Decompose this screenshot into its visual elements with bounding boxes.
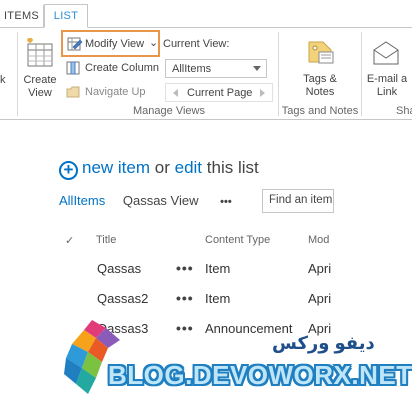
select-all-checkmark-icon[interactable]: ✓ — [65, 234, 74, 247]
email-link-label: E-mail a Link — [366, 73, 408, 98]
chevron-down-icon: ⌄ — [149, 37, 159, 49]
tags-notes-label: Tags & Notes — [303, 73, 337, 98]
tags-notes-group-label: Tags and Notes — [281, 105, 359, 117]
email-link-button[interactable]: E-mail a Link — [364, 38, 410, 98]
create-view-button[interactable]: Create View — [22, 36, 58, 100]
row-title[interactable]: Qassas2 — [97, 291, 148, 306]
view-qassas[interactable]: Qassas View — [123, 193, 199, 208]
page-next-icon[interactable] — [260, 89, 266, 97]
ribbon: k Create View Modify View ⌄ Create Colum… — [0, 28, 412, 120]
current-view-value: AllItems — [172, 63, 212, 75]
ribbon-cut-label: k — [0, 74, 6, 86]
new-item-link[interactable]: new item — [82, 158, 150, 177]
dropdown-arrow-icon — [253, 66, 261, 71]
group-separator — [17, 32, 18, 116]
navigate-up-label: Navigate Up — [85, 86, 146, 98]
share-group-label: Sha — [396, 105, 412, 117]
current-page-label: Current Page — [187, 87, 253, 99]
add-circle-icon[interactable]: + — [59, 161, 78, 180]
tags-notes-button[interactable]: Tags & Notes — [296, 38, 344, 98]
column-header-title[interactable]: Title — [96, 234, 116, 246]
tab-list[interactable]: LIST — [44, 4, 88, 28]
ribbon-tab-row: ITEMS LIST — [0, 0, 412, 29]
tab-items[interactable]: ITEMS — [0, 5, 44, 29]
create-view-label: Create View — [23, 74, 57, 99]
current-view-label: Current View: — [163, 38, 230, 50]
row-menu-icon[interactable]: ••• — [176, 290, 194, 306]
search-input[interactable]: Find an item — [262, 189, 334, 213]
modify-view-button[interactable]: Modify View ⌄ — [61, 30, 160, 57]
column-header-content-type[interactable]: Content Type — [205, 234, 270, 246]
row-menu-icon[interactable]: ••• — [176, 320, 194, 336]
or-text: or — [154, 158, 170, 177]
watermark-arabic-text: ديفو وركس — [272, 333, 375, 353]
create-column-button[interactable]: Create Column — [66, 60, 160, 78]
modify-view-icon — [67, 37, 83, 51]
modify-view-label: Modify View — [85, 38, 145, 50]
edit-link[interactable]: edit — [175, 158, 202, 177]
manage-views-group-label: Manage Views — [133, 105, 205, 117]
email-icon — [373, 41, 399, 65]
group-separator — [278, 32, 279, 116]
row-title[interactable]: Qassas — [97, 261, 141, 276]
navigate-up-icon — [66, 86, 80, 98]
row-modified: Apri — [308, 261, 332, 276]
create-view-icon — [27, 38, 53, 67]
view-selector: AllItems Qassas View ••• — [59, 193, 232, 208]
this-list-text: this list — [206, 158, 259, 177]
view-allitems[interactable]: AllItems — [59, 193, 105, 208]
tag-icon — [308, 41, 334, 64]
new-item-heading: + new item or edit this list — [59, 158, 259, 180]
row-modified: Apri — [308, 291, 332, 306]
more-views-icon[interactable]: ••• — [220, 196, 232, 208]
watermark-url-text: BLOG.DEVOWORX.NET — [108, 360, 412, 390]
create-column-icon — [66, 61, 80, 75]
row-content-type: Item — [205, 261, 231, 276]
navigate-up-button[interactable]: Navigate Up — [66, 84, 160, 102]
column-header-modified[interactable]: Mod — [308, 234, 329, 246]
create-column-label: Create Column — [85, 62, 159, 74]
page-prev-icon[interactable] — [173, 89, 179, 97]
row-menu-icon[interactable]: ••• — [176, 260, 194, 276]
current-view-select[interactable]: AllItems — [165, 59, 267, 78]
row-content-type: Item — [205, 291, 231, 306]
group-separator — [361, 32, 362, 116]
page-navigator: Current Page — [165, 83, 273, 102]
